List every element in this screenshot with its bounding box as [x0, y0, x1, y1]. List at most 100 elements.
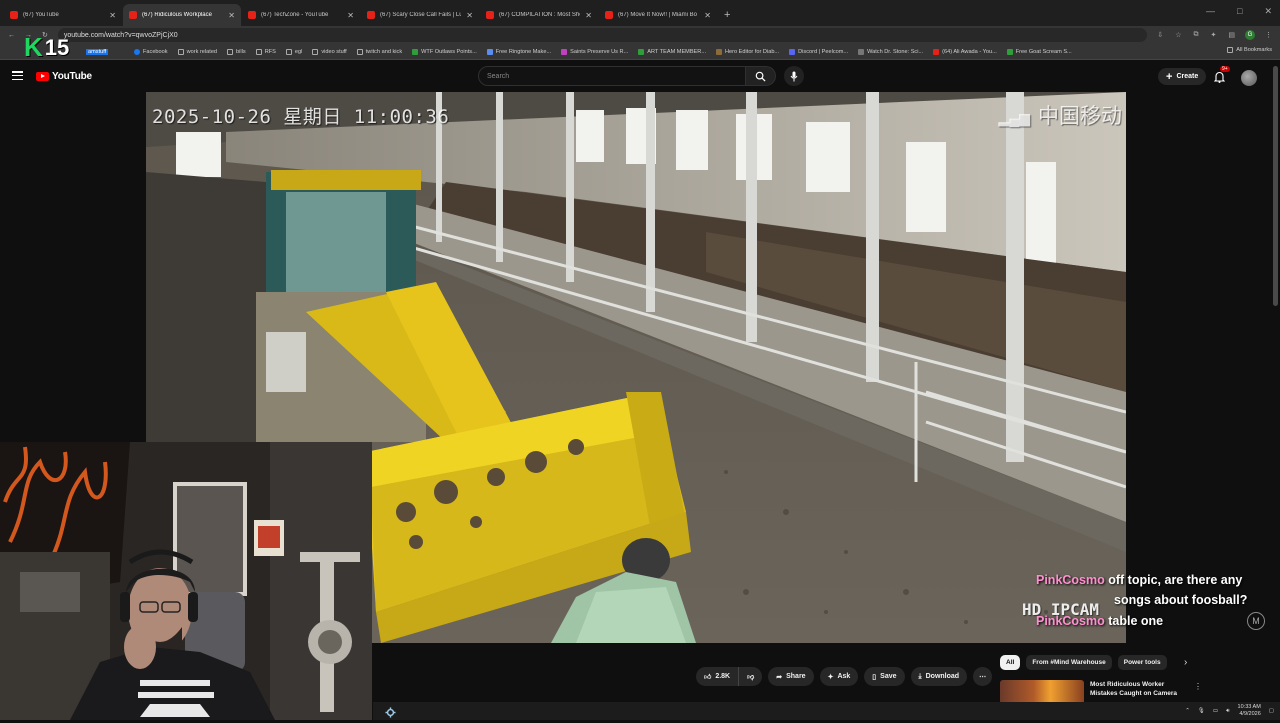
bookmark-item[interactable]: Free Goat Scream S... [1006, 48, 1072, 55]
bookmark-favicon-icon [561, 48, 568, 55]
close-tab-icon[interactable]: ✕ [228, 11, 235, 20]
extension-icon[interactable]: ⧉ [1194, 31, 1199, 39]
close-tab-icon[interactable]: ✕ [585, 11, 592, 20]
ask-label: Ask [837, 673, 851, 680]
bookmark-folder[interactable]: egl [285, 48, 302, 55]
chip-from-channel[interactable]: From #Mind Warehouse [1026, 655, 1112, 670]
bookmark-item[interactable]: Free Ringtone Make... [486, 48, 551, 55]
video-thumbnail[interactable] [1000, 680, 1084, 704]
like-dislike-group: 👍︎ 2.8K 👎︎ [696, 667, 763, 686]
youtube-logo[interactable]: YouTube [36, 71, 92, 82]
close-tab-icon[interactable]: ✕ [466, 11, 473, 20]
create-button[interactable]: + Create [1158, 68, 1207, 85]
close-tab-icon[interactable]: ✕ [109, 11, 116, 20]
maximize-icon[interactable]: □ [1237, 6, 1242, 17]
bookmark-label: Free Goat Scream S... [1015, 48, 1072, 55]
profile-avatar[interactable]: G [1245, 30, 1255, 40]
voice-search-button[interactable] [784, 66, 804, 86]
notification-badge: 9+ [1220, 66, 1230, 72]
puzzle-icon[interactable]: ✦ [1211, 31, 1217, 39]
download-button[interactable]: ⤓ Download [910, 667, 968, 686]
all-bookmarks-button[interactable]: All Bookmarks [1227, 47, 1272, 53]
os-taskbar: ⌃ 🎙︎ ▭ 🔊︎ 10:33 AM 4/9/2026 ▢ [373, 702, 1280, 720]
chip-all[interactable]: All [1000, 655, 1021, 670]
page-scrollbar[interactable] [1273, 66, 1278, 306]
search-input[interactable]: Search [478, 66, 746, 86]
chevron-up-icon[interactable]: ⌃ [1185, 708, 1190, 714]
tab-label: (67) COMPILATION : Most Sho [499, 12, 581, 18]
bookmark-label: work related [186, 48, 218, 55]
extensions-area: ⇩ ☆ ⧉ ✦ ▤ [1157, 31, 1235, 39]
youtube-favicon-icon [933, 48, 940, 55]
settings-gear-icon[interactable] [385, 705, 396, 723]
close-tab-icon[interactable]: ✕ [347, 11, 354, 20]
volume-icon[interactable]: 🔊︎ [1226, 708, 1229, 715]
bookmark-item[interactable]: Watch Dr. Stone: Sci... [858, 48, 923, 55]
microphone-icon[interactable]: 🎙︎ [1198, 708, 1205, 714]
folder-icon [356, 48, 363, 55]
sparkle-icon: ✦ [827, 673, 834, 681]
bookmark-favicon-icon [412, 48, 419, 55]
bookmark-label: twitch and kick [365, 48, 403, 55]
back-icon[interactable]: ← [8, 32, 15, 39]
bookmark-folder[interactable]: RFS [255, 48, 276, 55]
discord-icon [789, 48, 796, 55]
bookmark-item[interactable]: (64) Ali Awada - You... [933, 48, 997, 55]
folder-icon [1227, 47, 1234, 53]
chip-power-tools[interactable]: Power tools [1117, 655, 1167, 670]
chat-message-continued: songs about foosball? [1036, 590, 1266, 611]
bookmark-favicon-icon [486, 48, 493, 55]
like-button[interactable]: 👍︎ 2.8K [696, 667, 740, 686]
thumbs-down-icon: 👎︎ [747, 674, 755, 681]
hamburger-menu-icon[interactable] [12, 71, 23, 80]
folder-icon [312, 48, 319, 55]
browser-tab[interactable]: (67) Scary Close Call Fails | Luck ✕ [361, 4, 479, 26]
bookmark-item[interactable]: Saints Preserve Us R... [561, 48, 628, 55]
menu-dots-icon[interactable]: ⋮ [1265, 31, 1272, 39]
browser-tab[interactable]: (67) TechZone - YouTube ✕ [242, 4, 360, 26]
network-icon[interactable]: ▭ [1213, 708, 1218, 714]
browser-tab-active[interactable]: (67) Ridiculous Workplace ✕ [123, 4, 241, 26]
ask-button[interactable]: ✦ Ask [819, 667, 859, 686]
system-clock[interactable]: 10:33 AM 4/9/2026 [1238, 704, 1261, 718]
recommended-video[interactable]: Most Ridiculous Worker Mistakes Caught o… [1000, 680, 1202, 704]
bookmark-item[interactable]: Facebook [134, 48, 168, 55]
clock-time: 10:33 AM [1237, 704, 1261, 710]
more-actions-button[interactable]: ⋯ [973, 667, 993, 686]
user-avatar[interactable] [1241, 70, 1257, 86]
search-button[interactable] [746, 66, 776, 86]
star-icon[interactable]: ☆ [1175, 31, 1181, 39]
bookmark-item[interactable]: Hero Editor for Diab... [716, 48, 779, 55]
close-tab-icon[interactable]: ✕ [704, 11, 711, 20]
bookmark-item[interactable]: ART TEAM MEMBER... [638, 48, 706, 55]
install-icon[interactable]: ⇩ [1157, 31, 1163, 39]
more-vertical-icon[interactable]: ⋮ [1194, 682, 1202, 691]
bookmark-item[interactable]: amstuff [86, 48, 109, 55]
bookmark-folder[interactable]: bills [227, 48, 246, 55]
bookmark-folder[interactable]: work related [177, 48, 218, 55]
bookmark-item[interactable]: WTF Outlaws Points... [412, 48, 477, 55]
notifications-button[interactable]: 9+ [1213, 66, 1230, 88]
dislike-button[interactable]: 👎︎ [739, 667, 763, 686]
bookmark-item[interactable]: Discord | Peelcom... [789, 48, 848, 55]
sidepanel-icon[interactable]: ▤ [1228, 31, 1235, 39]
new-tab-icon[interactable]: + [724, 4, 730, 26]
carrier-text: 中国移动 [1038, 105, 1122, 128]
bookmark-folder[interactable]: video stuff [312, 48, 347, 55]
signal-bars-icon: ▂▄▆ [998, 110, 1030, 126]
minimize-icon[interactable]: — [1206, 6, 1215, 17]
notification-center-icon[interactable]: ▢ [1269, 708, 1274, 714]
browser-tab[interactable]: (67) YouTube ✕ [4, 4, 122, 26]
browser-tab[interactable]: (67) COMPILATION : Most Sho ✕ [480, 4, 598, 26]
save-button[interactable]: ▯ Save [864, 667, 905, 686]
youtube-play-icon [36, 72, 49, 81]
share-button[interactable]: ➦ Share [768, 667, 814, 686]
address-bar-row: ← → ↻ youtube.com/watch?v=qwvoZPjCjX0 ⇩ … [0, 26, 1280, 44]
browser-tab[interactable]: (67) Move It Now!! | Miami Bo ✕ [599, 4, 717, 26]
download-icon: ⤓ [918, 672, 922, 680]
bookmark-folder[interactable]: twitch and kick [356, 48, 403, 55]
close-window-icon[interactable]: ✕ [1264, 6, 1272, 17]
url-field[interactable]: youtube.com/watch?v=qwvoZPjCjX0 [57, 28, 1148, 42]
chevron-right-icon[interactable]: › [1184, 657, 1187, 668]
m-watermark-icon: M [1247, 612, 1265, 630]
